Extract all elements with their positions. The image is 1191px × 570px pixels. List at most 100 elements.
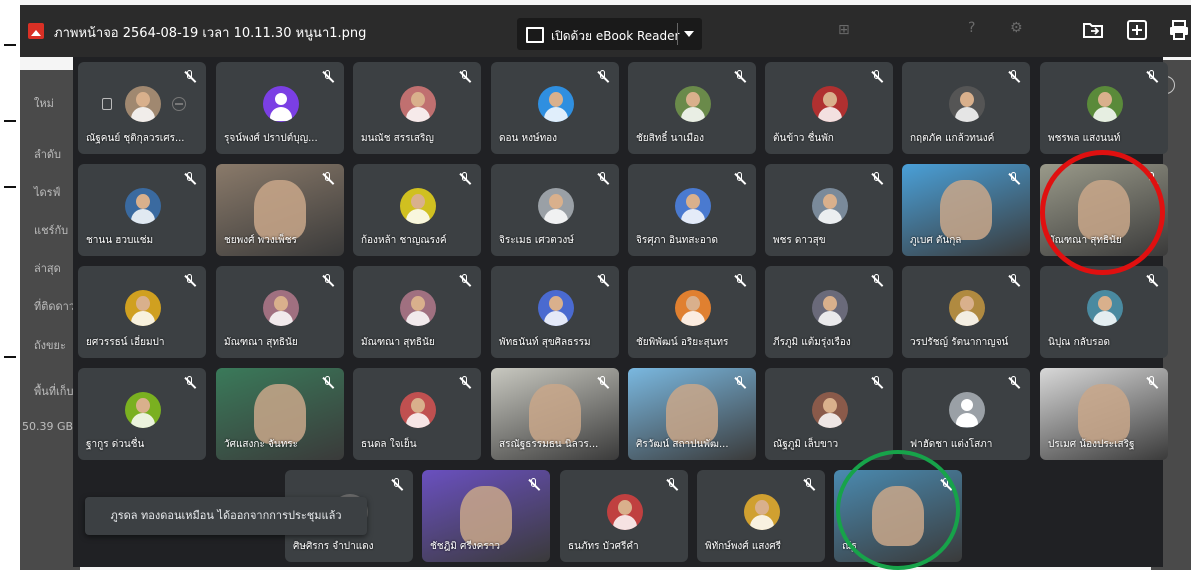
mic-off-icon xyxy=(322,274,334,288)
participant-tile[interactable]: วรปรัชญ์ รัตนากาญจน์ xyxy=(902,266,1030,358)
participant-tile[interactable]: ภูเบศ ตันกุล xyxy=(902,164,1030,256)
participant-tile[interactable]: มัณฑณา สุทธินัย xyxy=(353,266,481,358)
print-icon[interactable] xyxy=(1168,19,1190,41)
participant-tile[interactable]: สรณัฐธรรมธน นิลวร... xyxy=(491,368,619,460)
participant-name: ก้องหล้า ชาญณรงค์ xyxy=(361,235,447,246)
avatar xyxy=(538,188,574,224)
add-to-folder-icon[interactable] xyxy=(1082,19,1104,41)
participant-tile[interactable]: ต้นข้าว ชื่นพัก xyxy=(765,62,893,154)
participant-tile[interactable]: ชัชฎิมิ ศรีงคราว xyxy=(422,470,550,562)
mic-off-icon xyxy=(803,478,815,492)
avatar xyxy=(1087,290,1123,326)
participant-tile[interactable]: ดอน หงษ์ทอง xyxy=(491,62,619,154)
avatar xyxy=(538,290,574,326)
participant-tile[interactable]: ธนดล ใจเย็น xyxy=(353,368,481,460)
participant-name: วัศแสงกะ จันทระ xyxy=(224,439,299,450)
initial-avatar xyxy=(949,392,985,428)
open-with-button[interactable]: เปิดด้วย eBook Reader xyxy=(517,18,702,50)
file-name: ภาพหน้าจอ 2564-08-19 เวลา 10.11.30 หนูนา… xyxy=(54,26,367,41)
participant-tile[interactable]: ธนภัทร บัวศรีคำ xyxy=(560,470,688,562)
mic-off-icon xyxy=(734,70,746,84)
participant-tile[interactable]: ศิรวัฒน์ สถาปนพัฒ... xyxy=(628,368,756,460)
participant-tile[interactable]: ชัยสิทธิ์ นาเมือง xyxy=(628,62,756,154)
video-feed xyxy=(1078,384,1130,444)
sidebar-label: ถังขยะ xyxy=(34,339,66,352)
mic-off-icon xyxy=(184,70,196,84)
participant-name: มัณฑณา สุทธินัย xyxy=(361,337,435,348)
participant-tile[interactable]: พัทธนันท์ สุขศิลธรรม xyxy=(491,266,619,358)
participant-tile[interactable]: ยศวรรธน์ เอี่ยมปา xyxy=(78,266,206,358)
avatar xyxy=(263,290,299,326)
mic-off-icon xyxy=(184,172,196,186)
mic-off-icon xyxy=(322,70,334,84)
participant-tile[interactable]: พชรพล แสงนนท์ xyxy=(1040,62,1168,154)
participant-tile[interactable]: ณัฐภูมิ เล็บขาว xyxy=(765,368,893,460)
participant-name: ชัยสิทธิ์ นาเมือง xyxy=(636,133,704,144)
participant-name: พชร ดาวสุข xyxy=(773,235,826,246)
mic-off-icon xyxy=(597,172,609,186)
participant-tile[interactable]: ก้องหล้า ชาญณรงค์ xyxy=(353,164,481,256)
participant-tile[interactable]: มนณัช สรรเสริญ xyxy=(353,62,481,154)
participant-tile[interactable]: ชัยพิพัฒน์ อริยะสุนทร xyxy=(628,266,756,358)
avatar xyxy=(125,290,161,326)
participant-name: สรณัฐธรรมธน นิลวร... xyxy=(499,439,599,450)
mic-off-icon xyxy=(734,274,746,288)
avatar xyxy=(125,188,161,224)
participant-name: ภูเบศ ตันกุล xyxy=(910,235,962,246)
participant-name: มนณัช สรรเสริญ xyxy=(361,133,434,144)
participant-name: ชยพงศ์ พวงเพ็ชร xyxy=(224,235,297,246)
participant-name: ธนดล ใจเย็น xyxy=(361,439,417,450)
mic-off-icon xyxy=(184,376,196,390)
avatar xyxy=(400,86,436,122)
participant-tile[interactable]: จิระเมธ เศวตวงษ์ xyxy=(491,164,619,256)
participant-tile[interactable]: มัณฑณา สุทธินัย xyxy=(216,266,344,358)
video-feed xyxy=(254,180,306,240)
mic-off-icon xyxy=(184,274,196,288)
participant-name: ชัชฎิมิ ศรีงคราว xyxy=(430,541,500,552)
avatar xyxy=(675,188,711,224)
sidebar-label: ลำดับ xyxy=(34,148,62,161)
mic-off-icon xyxy=(459,274,471,288)
add-icon[interactable] xyxy=(1126,19,1148,41)
red-highlight-circle xyxy=(1040,150,1165,275)
avatar xyxy=(949,86,985,122)
mic-off-icon xyxy=(871,274,883,288)
pin-icon[interactable] xyxy=(102,98,112,110)
sidebar-label: แชร์กับ xyxy=(34,224,69,237)
caret-down-icon[interactable] xyxy=(684,31,694,37)
participant-name: ธนภัทร บัวศรีคำ xyxy=(568,541,639,552)
participant-tile[interactable]: ปรเมศ น้องประเสริฐ xyxy=(1040,368,1168,460)
participant-name: ศิษศิรกร จำปาแดง xyxy=(293,541,374,552)
participant-tile[interactable]: กฤตภัค แกล้วทนงค์ xyxy=(902,62,1030,154)
participant-tile[interactable]: ชานน ฮวบแช่ม xyxy=(78,164,206,256)
participant-tile[interactable]: นิปุณ กลับรอด xyxy=(1040,266,1168,358)
mic-off-icon xyxy=(597,70,609,84)
mic-off-icon xyxy=(322,172,334,186)
mic-off-icon xyxy=(597,376,609,390)
participant-tile[interactable]: รุจน์พงศ์ ปราปต์บุญ... xyxy=(216,62,344,154)
mic-off-icon xyxy=(459,70,471,84)
participant-tile[interactable]: ภีรภูมิ แต้มรุ่งเรือง xyxy=(765,266,893,358)
participant-tile[interactable]: พิทักษ์พงศ์ แสงศรี xyxy=(697,470,825,562)
participant-tile[interactable]: ชยพงศ์ พวงเพ็ชร xyxy=(216,164,344,256)
mic-off-icon xyxy=(1146,70,1158,84)
ghost-settings-icon: ⚙ xyxy=(1010,20,1023,36)
background-sidebar: ใหม่ ลำดับ ไดรฟ์ แชร์กับ ล่าสุด ที่ติดดา… xyxy=(20,70,80,570)
video-feed xyxy=(666,384,718,444)
participant-tile[interactable]: พชร ดาวสุข xyxy=(765,164,893,256)
participant-name: พัทธนันท์ สุขศิลธรรม xyxy=(499,337,591,348)
remove-icon[interactable] xyxy=(172,97,186,111)
mic-off-icon xyxy=(391,478,403,492)
participant-left-toast: ภูรดล ทองดอนเหมือน ได้ออกจากการประชุมแล้… xyxy=(85,497,367,535)
avatar xyxy=(125,392,161,428)
participant-tile[interactable]: วัศแสงกะ จันทระ xyxy=(216,368,344,460)
mic-off-icon xyxy=(734,376,746,390)
participant-tile[interactable]: ฐากูร ด่วนชื่น xyxy=(78,368,206,460)
participant-tile[interactable]: ฟาฮัดชา แต่งโสภา xyxy=(902,368,1030,460)
participant-tile[interactable]: ณัฐคนย์ ชุติกุลวรเศร... xyxy=(78,62,206,154)
mic-off-icon xyxy=(734,172,746,186)
participant-tile[interactable]: จิรศุภา อินทสะอาด xyxy=(628,164,756,256)
participant-name: ต้นข้าว ชื่นพัก xyxy=(773,133,834,144)
participant-name: จิระเมธ เศวตวงษ์ xyxy=(499,235,574,246)
mic-off-icon xyxy=(871,376,883,390)
